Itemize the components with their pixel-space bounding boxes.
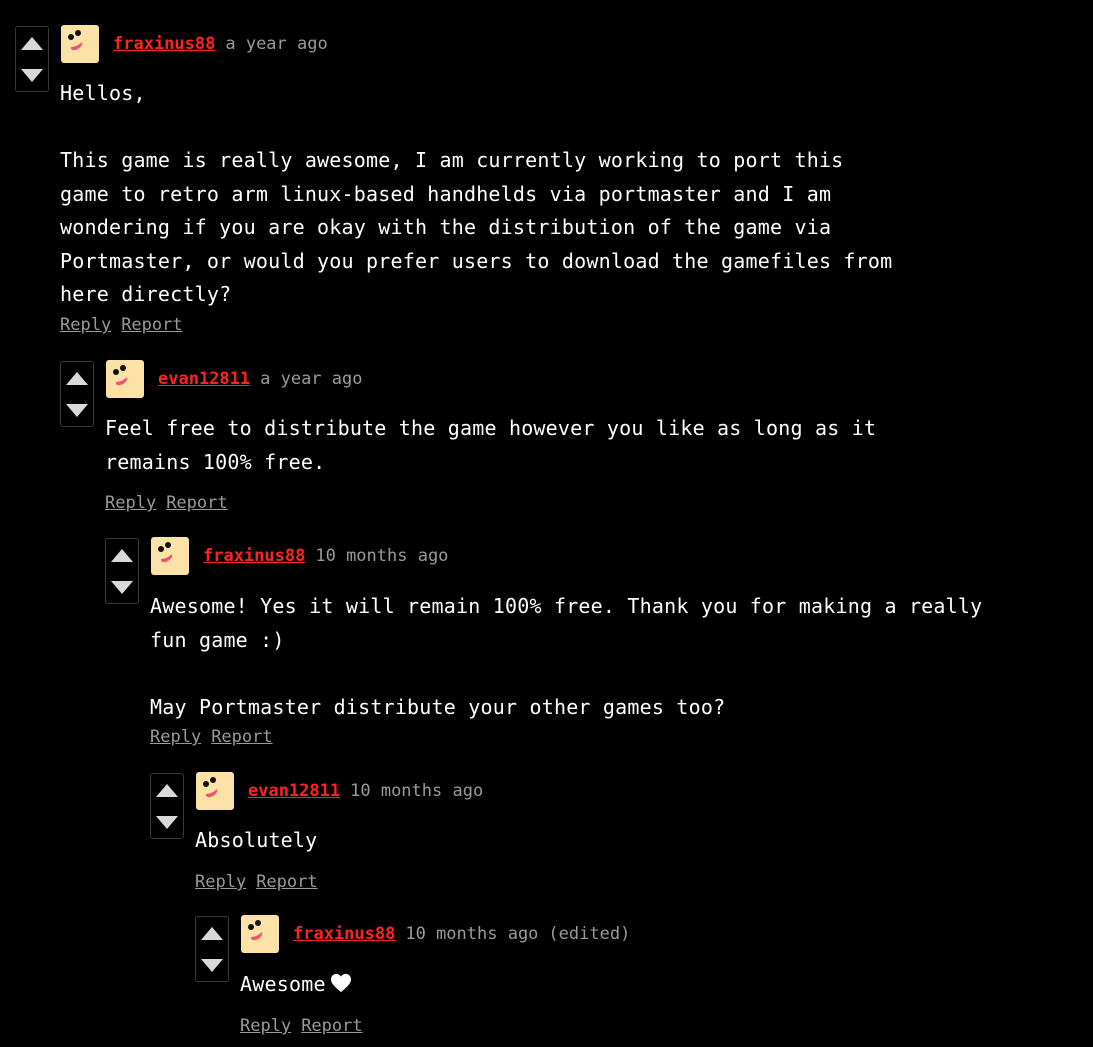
upvote-button[interactable] bbox=[106, 539, 138, 571]
upvote-button[interactable] bbox=[151, 774, 183, 806]
comment-body: Absolutely bbox=[195, 828, 318, 852]
comment-meta: fraxinus88 10 months ago (edited) bbox=[293, 924, 630, 944]
triangle-up-icon bbox=[21, 36, 43, 50]
comment-text: Awesome bbox=[240, 972, 326, 996]
vote-widget bbox=[60, 361, 94, 427]
downvote-button[interactable] bbox=[151, 806, 183, 838]
avatar[interactable] bbox=[241, 915, 279, 953]
comment-meta: fraxinus88 a year ago bbox=[113, 34, 328, 54]
comment-meta: evan12811 a year ago bbox=[158, 369, 362, 389]
avatar[interactable] bbox=[106, 360, 144, 398]
upvote-button[interactable] bbox=[61, 362, 93, 394]
comment-body: Awesome! Yes it will remain 100% free. T… bbox=[150, 594, 983, 719]
report-link[interactable]: Report bbox=[211, 727, 272, 747]
comment-time: 10 months ago bbox=[315, 546, 449, 566]
triangle-down-icon bbox=[201, 958, 223, 972]
username-link[interactable]: fraxinus88 bbox=[293, 924, 395, 944]
comment-actions: Reply Report bbox=[240, 1016, 373, 1036]
avatar[interactable] bbox=[151, 537, 189, 575]
comment-actions: Reply Report bbox=[60, 315, 193, 335]
comment-actions: Reply Report bbox=[105, 493, 238, 513]
reply-link[interactable]: Reply bbox=[150, 727, 201, 747]
triangle-up-icon bbox=[201, 926, 223, 940]
comment-time: 10 months ago bbox=[350, 781, 484, 801]
white-heart-icon bbox=[330, 970, 352, 1004]
report-link[interactable]: Report bbox=[256, 872, 317, 892]
comment-body: Feel free to distribute the game however… bbox=[105, 416, 877, 474]
triangle-up-icon bbox=[66, 371, 88, 385]
avatar[interactable] bbox=[196, 772, 234, 810]
upvote-button[interactable] bbox=[196, 917, 228, 949]
downvote-button[interactable] bbox=[16, 59, 48, 91]
report-link[interactable]: Report bbox=[166, 493, 227, 513]
vote-widget bbox=[15, 26, 49, 92]
username-link[interactable]: fraxinus88 bbox=[113, 34, 215, 54]
comment-meta: fraxinus88 10 months ago bbox=[203, 546, 448, 566]
comment-time: a year ago bbox=[225, 34, 328, 54]
vote-widget bbox=[105, 538, 139, 604]
triangle-up-icon bbox=[156, 783, 178, 797]
reply-link[interactable]: Reply bbox=[60, 315, 111, 335]
reply-link[interactable]: Reply bbox=[195, 872, 246, 892]
triangle-up-icon bbox=[111, 548, 133, 562]
username-link[interactable]: evan12811 bbox=[248, 781, 340, 801]
username-link[interactable]: fraxinus88 bbox=[203, 546, 305, 566]
vote-widget bbox=[195, 916, 229, 982]
triangle-down-icon bbox=[156, 815, 178, 829]
reply-link[interactable]: Reply bbox=[105, 493, 156, 513]
comment-body: Hellos, This game is really awesome, I a… bbox=[60, 81, 893, 306]
report-link[interactable]: Report bbox=[121, 315, 182, 335]
comment-actions: Reply Report bbox=[195, 872, 328, 892]
downvote-button[interactable] bbox=[106, 571, 138, 603]
triangle-down-icon bbox=[21, 68, 43, 82]
comment-time: a year ago bbox=[260, 369, 363, 389]
comment-time: 10 months ago bbox=[405, 924, 539, 944]
username-link[interactable]: evan12811 bbox=[158, 369, 250, 389]
vote-widget bbox=[150, 773, 184, 839]
downvote-button[interactable] bbox=[61, 394, 93, 426]
comment-actions: Reply Report bbox=[150, 727, 283, 747]
edited-label: (edited) bbox=[548, 924, 631, 944]
upvote-button[interactable] bbox=[16, 27, 48, 59]
comment-body: Awesome bbox=[240, 968, 352, 1004]
avatar[interactable] bbox=[61, 25, 99, 63]
downvote-button[interactable] bbox=[196, 949, 228, 981]
report-link[interactable]: Report bbox=[301, 1016, 362, 1036]
triangle-down-icon bbox=[111, 580, 133, 594]
triangle-down-icon bbox=[66, 403, 88, 417]
comment-meta: evan12811 10 months ago bbox=[248, 781, 483, 801]
reply-link[interactable]: Reply bbox=[240, 1016, 291, 1036]
